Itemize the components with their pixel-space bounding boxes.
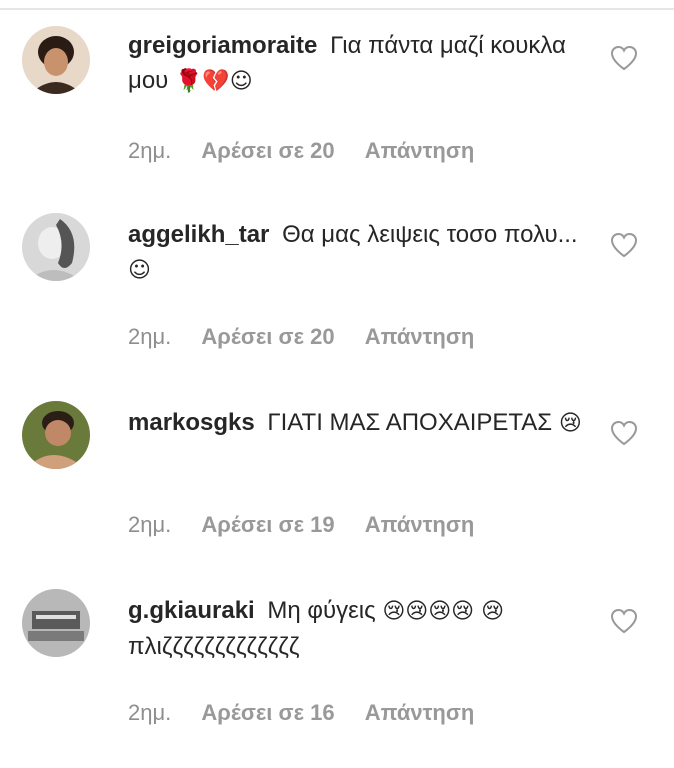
heart-outline-icon[interactable] [610,232,638,258]
comment-text: greigoriamoraite Για πάντα μαζί κουκλα μ… [128,28,588,99]
heart-outline-icon[interactable] [610,608,638,634]
comment-body: Θα μας λειψεις τοσο πολυ... [282,221,578,248]
reply-button[interactable]: Απάντηση [365,138,475,163]
username-link[interactable]: aggelikh_tar [128,221,269,248]
likes-count[interactable]: Αρέσει σε 16 [201,700,334,725]
emoji: ☺ [128,258,151,283]
comment-body-continued: πλιζζζζζζζζζζζζζ [128,633,300,660]
comment-meta: 2ημ. Αρέσει σε 20 Απάντηση [128,324,498,350]
emoji: 😢 [558,411,582,436]
timestamp[interactable]: 2ημ. [128,324,171,349]
timestamp[interactable]: 2ημ. [128,138,171,163]
heart-outline-icon[interactable] [610,420,638,446]
avatar[interactable] [22,589,90,657]
comment-text: aggelikh_tar Θα μας λειψεις τοσο πολυ...… [128,217,588,288]
emoji: 🌹💔☺ [174,69,253,94]
username-link[interactable]: greigoriamoraite [128,32,317,59]
comment-text: g.gkiauraki Μη φύγεις 😢😢😢😢 😢 πλιζζζζζζζζ… [128,593,588,664]
top-divider [0,8,674,10]
comment-meta: 2ημ. Αρέσει σε 16 Απάντηση [128,700,498,726]
username-link[interactable]: markosgks [128,409,255,436]
reply-button[interactable]: Απάντηση [365,700,475,725]
heart-outline-icon[interactable] [610,45,638,71]
likes-count[interactable]: Αρέσει σε 19 [201,512,334,537]
comment-meta: 2ημ. Αρέσει σε 19 Απάντηση [128,512,498,538]
reply-button[interactable]: Απάντηση [365,512,475,537]
avatar[interactable] [22,401,90,469]
username-link[interactable]: g.gkiauraki [128,597,255,624]
comment-body: ΓΙΑΤΙ ΜΑΣ ΑΠΟΧΑΙΡΕΤΑΣ [267,409,553,436]
comment-body: Μη φύγεις [267,597,376,624]
reply-button[interactable]: Απάντηση [365,324,475,349]
avatar[interactable] [22,26,90,94]
likes-count[interactable]: Αρέσει σε 20 [201,324,334,349]
comment-text: markosgks ΓΙΑΤΙ ΜΑΣ ΑΠΟΧΑΙΡΕΤΑΣ 😢 [128,405,588,441]
avatar[interactable] [22,213,90,281]
likes-count[interactable]: Αρέσει σε 20 [201,138,334,163]
timestamp[interactable]: 2ημ. [128,700,171,725]
comment-meta: 2ημ. Αρέσει σε 20 Απάντηση [128,138,498,164]
emoji: 😢😢😢😢 😢 [382,599,505,624]
timestamp[interactable]: 2ημ. [128,512,171,537]
